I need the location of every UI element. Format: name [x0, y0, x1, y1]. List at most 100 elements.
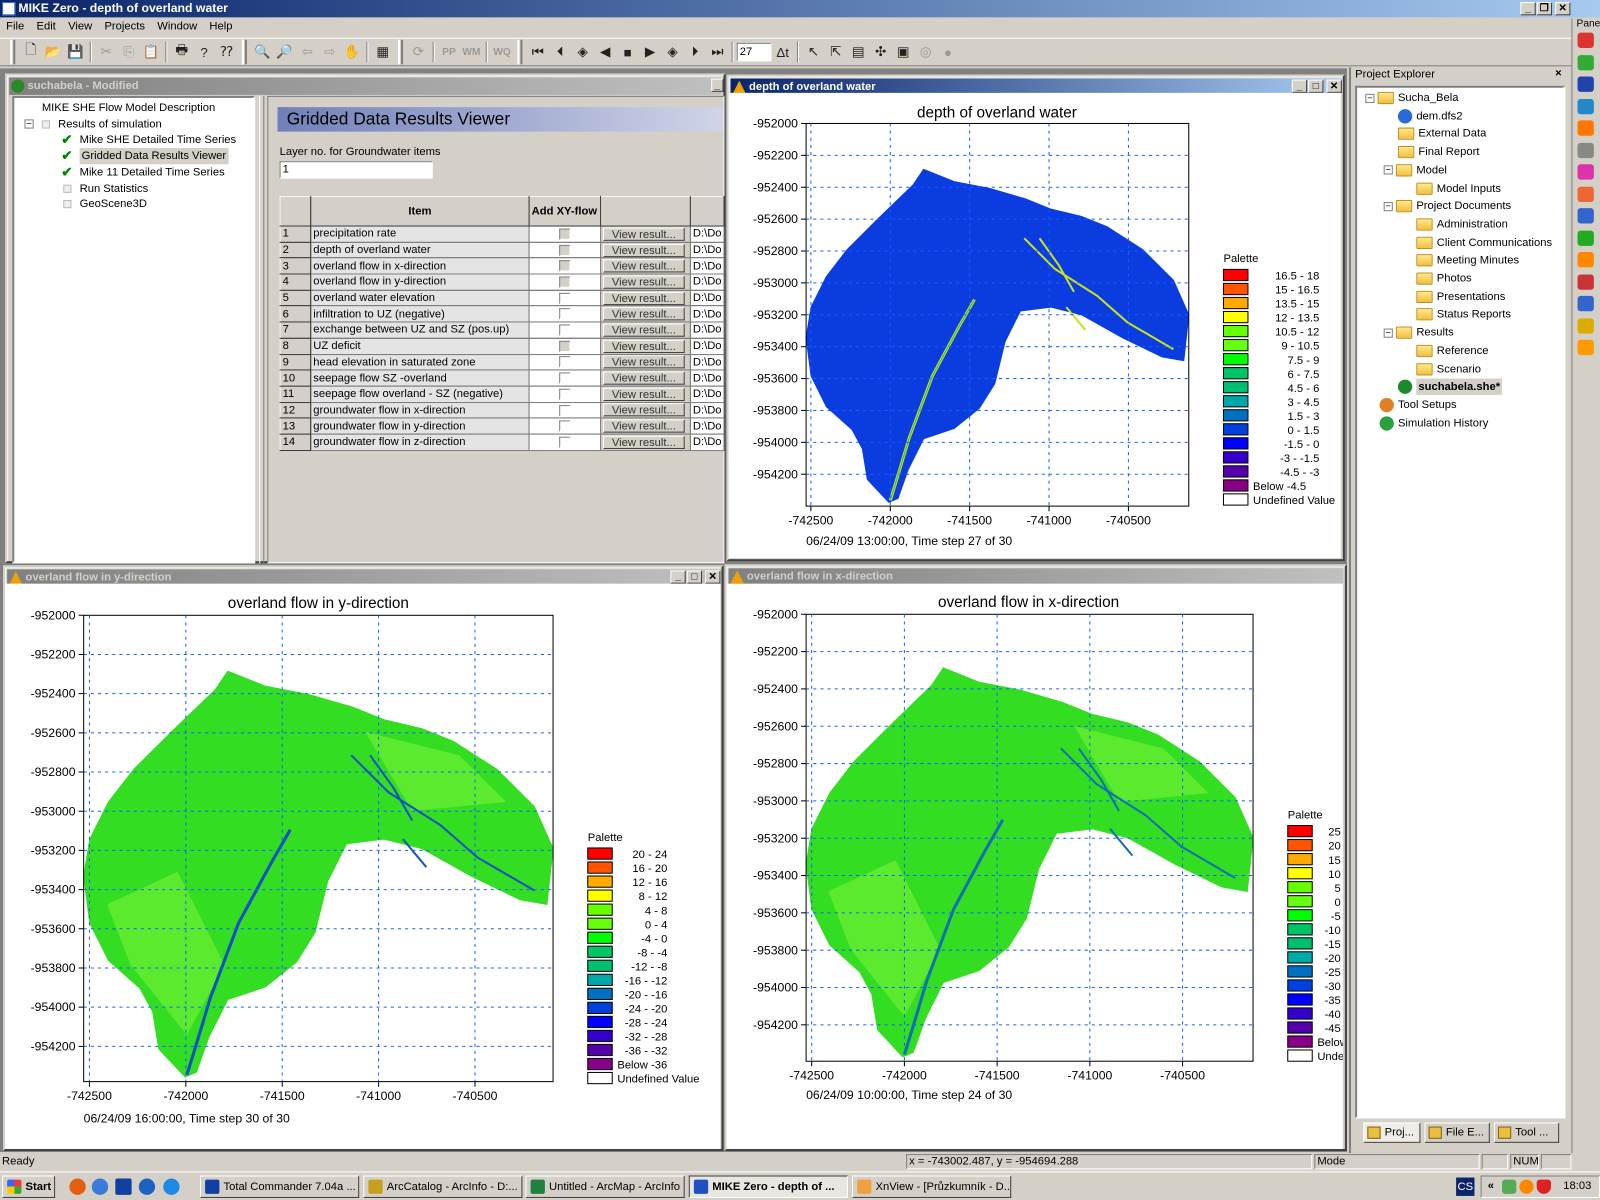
collapse-icon[interactable]: −: [1383, 328, 1393, 338]
grid-icon[interactable]: ▦: [371, 41, 393, 63]
project-tree-item[interactable]: Presentations: [1416, 288, 1505, 304]
xy-vector-checkbox[interactable]: [559, 324, 571, 336]
zoom-out-icon[interactable]: 🔎: [273, 41, 295, 63]
context-help-icon[interactable]: ⁇: [215, 41, 237, 63]
menu-file[interactable]: File: [0, 18, 30, 35]
xy-vector-checkbox[interactable]: [559, 388, 571, 400]
menu-help[interactable]: Help: [203, 18, 238, 35]
shortcut-icon[interactable]: [1577, 120, 1594, 136]
shortcut-icon[interactable]: [1577, 230, 1594, 246]
cut-icon[interactable]: ✂: [95, 41, 117, 63]
tool-a-icon[interactable]: ◎: [914, 41, 936, 63]
taskbar-button[interactable]: XnView - [Průzkumník - D...: [852, 1175, 1012, 1198]
model-window-minimize-button[interactable]: _: [711, 78, 724, 92]
project-tree-item[interactable]: Client Communications: [1416, 234, 1552, 250]
explorer-tab[interactable]: Tool ...: [1493, 1122, 1560, 1143]
menu-edit[interactable]: Edit: [30, 18, 62, 35]
zoom-next-icon[interactable]: ⇨: [318, 41, 340, 63]
view-result-button[interactable]: View result...: [603, 307, 685, 321]
delta-t-icon[interactable]: Δt: [771, 41, 793, 63]
zoom-previous-icon[interactable]: ⇦: [296, 41, 318, 63]
collapse-icon[interactable]: −: [24, 119, 34, 129]
shortcut-icon[interactable]: [1577, 252, 1594, 268]
yflow-window-maximize-button[interactable]: □: [686, 570, 703, 584]
project-explorer-close-icon[interactable]: ×: [1555, 67, 1562, 79]
ie-icon[interactable]: [91, 1178, 109, 1195]
xy-vector-checkbox[interactable]: [559, 404, 571, 416]
help-icon[interactable]: ?: [193, 41, 215, 63]
xy-vector-checkbox[interactable]: [559, 292, 571, 304]
paste-icon[interactable]: 📋: [140, 41, 162, 63]
view-result-button[interactable]: View result...: [603, 387, 685, 401]
view-result-button[interactable]: View result...: [603, 339, 685, 353]
print-icon[interactable]: 🖶: [170, 41, 192, 63]
clock[interactable]: 18:03: [1563, 1180, 1591, 1192]
depth-window-minimize-button[interactable]: _: [1291, 79, 1308, 93]
taskbar-button[interactable]: MIKE Zero - depth of ...: [688, 1175, 848, 1198]
layers-icon[interactable]: ▤: [847, 41, 869, 63]
depth-window-close-button[interactable]: ✕: [1326, 79, 1342, 93]
project-tree-item[interactable]: − Model: [1383, 162, 1447, 178]
explorer-tab[interactable]: File E...: [1424, 1122, 1490, 1143]
xy-vector-checkbox[interactable]: [559, 228, 571, 240]
toolbar-grip[interactable]: [241, 39, 247, 65]
app-close-button[interactable]: ✕: [1555, 2, 1571, 16]
xy-vector-checkbox[interactable]: [559, 372, 571, 384]
menu-view[interactable]: View: [62, 18, 98, 35]
project-tree-item[interactable]: Administration: [1416, 216, 1508, 232]
yflow-map-chart[interactable]: overland flow in y-direction -742500 -7420…: [5, 583, 721, 1149]
xy-vector-checkbox[interactable]: [559, 308, 571, 320]
wm-icon[interactable]: WM: [460, 41, 482, 63]
shortcut-icon[interactable]: [1577, 317, 1594, 334]
start-button[interactable]: Start: [2, 1175, 56, 1198]
shortcut-icon[interactable]: [1577, 273, 1594, 290]
model-tree-item[interactable]: ✔ Gridded Data Results Viewer: [61, 148, 229, 165]
step-back-icon[interactable]: ◀: [594, 41, 616, 63]
project-tree-item[interactable]: dem.dfs2: [1397, 108, 1462, 124]
project-tree-item[interactable]: Reference: [1416, 343, 1489, 359]
shortcut-icon[interactable]: [1577, 32, 1594, 48]
view-result-button[interactable]: View result...: [603, 403, 685, 417]
project-tree-item[interactable]: Final Report: [1397, 144, 1480, 160]
last-frame-icon[interactable]: ⏭: [706, 41, 728, 63]
view-result-button[interactable]: View result...: [603, 243, 685, 257]
view-result-button[interactable]: View result...: [603, 355, 685, 369]
shortcut-icon[interactable]: [1577, 54, 1594, 70]
collapse-icon[interactable]: −: [1383, 201, 1393, 211]
project-tree-item[interactable]: suchabela.she*: [1397, 378, 1503, 396]
xy-vector-checkbox[interactable]: [559, 244, 571, 256]
project-tree-item[interactable]: Status Reports: [1416, 307, 1511, 323]
xy-vector-checkbox[interactable]: [559, 356, 571, 368]
previous-frame-icon[interactable]: ⏴: [549, 41, 571, 63]
project-tree-item[interactable]: Scenario: [1416, 361, 1481, 377]
depth-map-chart[interactable]: depth of overland water -742500 -742000 -74…: [728, 92, 1341, 559]
shortcut-icon[interactable]: [1577, 208, 1594, 224]
xy-vector-checkbox[interactable]: [559, 420, 571, 432]
firefox-icon[interactable]: [69, 1178, 86, 1195]
wq-icon[interactable]: WQ: [491, 41, 513, 63]
tray-app-icon[interactable]: [1519, 1179, 1534, 1194]
project-tree-item[interactable]: Meeting Minutes: [1416, 252, 1519, 268]
xy-vector-checkbox[interactable]: [559, 340, 571, 352]
first-frame-icon[interactable]: ⏮: [527, 41, 549, 63]
shortcut-icon[interactable]: [1577, 186, 1594, 202]
network-icon[interactable]: [1502, 1179, 1517, 1194]
toolbar-grip[interactable]: [10, 39, 16, 65]
project-tree-item[interactable]: Simulation History: [1379, 415, 1488, 431]
taskbar-button[interactable]: Untitled - ArcMap - ArcInfo: [525, 1175, 685, 1198]
app-restore-button[interactable]: ❐: [1536, 2, 1553, 16]
project-tree-item[interactable]: Photos: [1416, 270, 1472, 286]
internet-explorer-icon[interactable]: [163, 1178, 180, 1195]
model-tree-item[interactable]: GeoScene3D: [61, 196, 147, 212]
select-arrow-icon[interactable]: ↖: [802, 41, 824, 63]
stop-icon[interactable]: ■: [616, 41, 638, 63]
project-tree-item[interactable]: External Data: [1397, 126, 1486, 142]
view-result-button[interactable]: View result...: [603, 259, 685, 273]
splitter[interactable]: [259, 95, 265, 564]
model-tree-item[interactable]: Run Statistics: [61, 180, 148, 196]
app-minimize-button[interactable]: _: [1520, 2, 1536, 16]
new-file-icon[interactable]: 🗋: [19, 41, 41, 63]
xy-vector-checkbox[interactable]: [559, 276, 571, 288]
shortcut-icon[interactable]: [1577, 98, 1594, 114]
record-forward-icon[interactable]: ◈: [661, 41, 683, 63]
